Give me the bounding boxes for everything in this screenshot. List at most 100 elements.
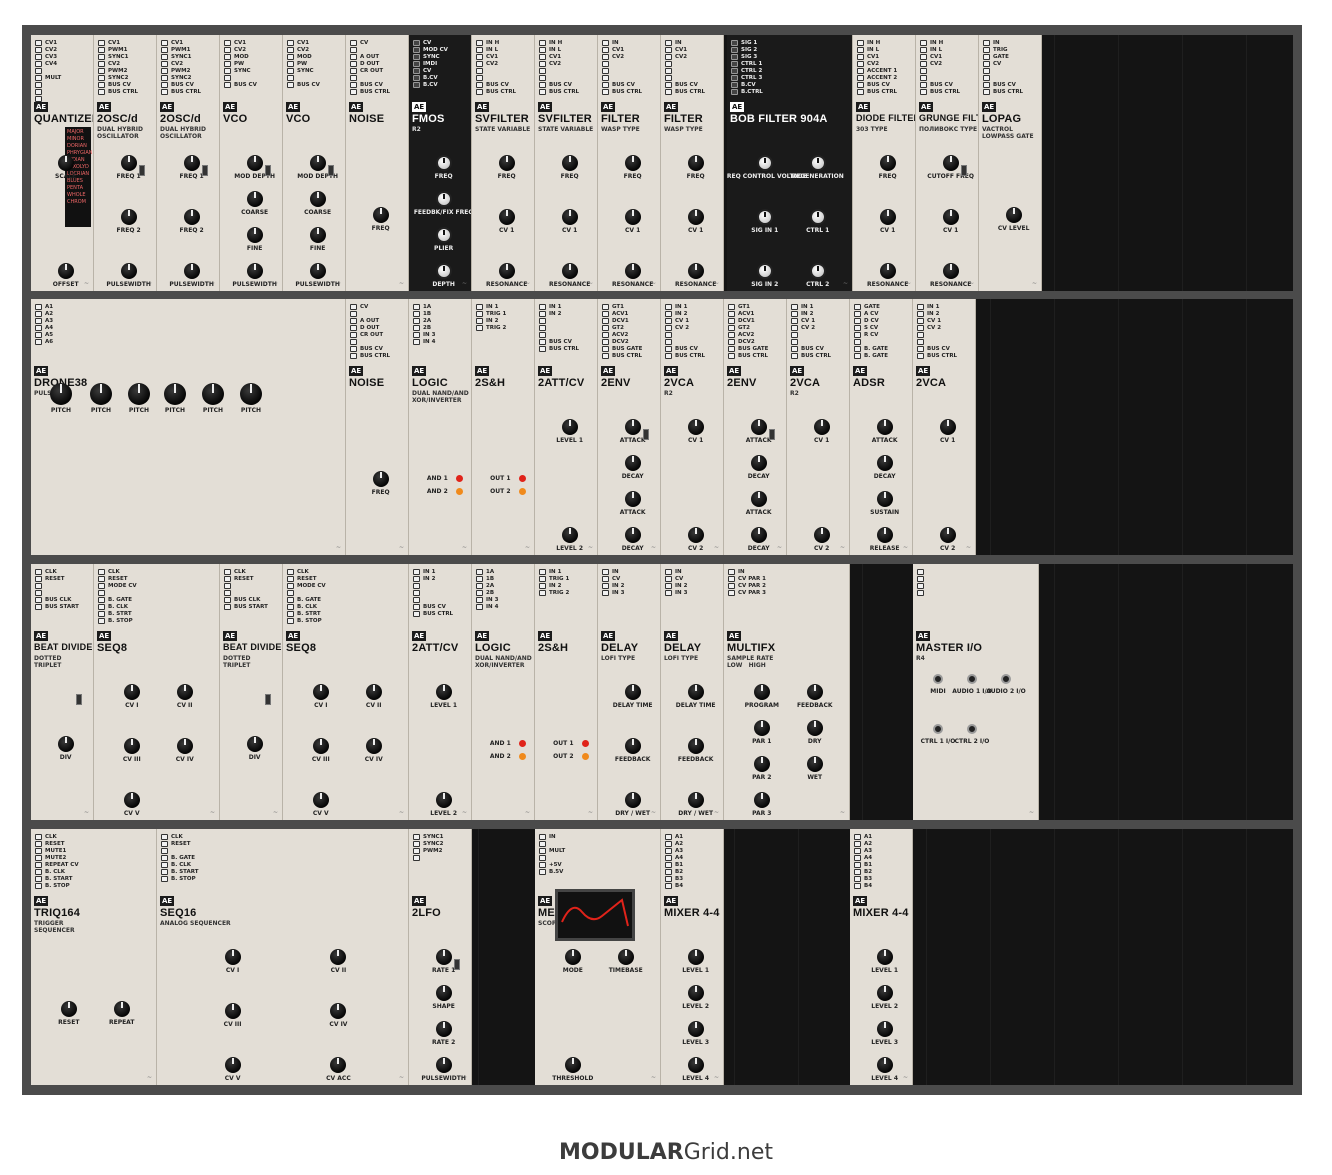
mode-switch[interactable] — [769, 429, 775, 440]
knob-resonance[interactable] — [624, 263, 641, 279]
knob-cv-iii[interactable] — [224, 1003, 241, 1019]
patch-jack-column[interactable] — [413, 40, 420, 88]
knob-cv-i[interactable] — [123, 684, 140, 700]
knob-feedbk-fix-freq[interactable] — [435, 191, 452, 207]
knob-cv-2[interactable] — [939, 527, 956, 543]
knob-program[interactable] — [753, 684, 770, 700]
knob-attack[interactable] — [750, 419, 767, 435]
patch-jack-column[interactable] — [539, 40, 546, 95]
knob-coarse[interactable] — [246, 191, 263, 207]
knob-freq-1[interactable] — [183, 155, 200, 171]
knob-coarse[interactable] — [309, 191, 326, 207]
knob-delay-time[interactable] — [624, 684, 641, 700]
knob-cv-ii[interactable] — [365, 684, 382, 700]
knob-cv-level[interactable] — [1005, 207, 1022, 223]
knob-pitch[interactable] — [202, 383, 224, 405]
knob-cv-iii[interactable] — [123, 738, 140, 754]
patch-jack-column[interactable] — [854, 304, 861, 359]
knob-decay[interactable] — [624, 527, 641, 543]
patch-jack-column[interactable] — [539, 304, 546, 352]
knob-level-4[interactable] — [876, 1057, 893, 1073]
patch-jack-column[interactable] — [161, 40, 168, 95]
knob-freq[interactable] — [498, 155, 515, 171]
knob-cv-1[interactable] — [813, 419, 830, 435]
io-jack[interactable] — [933, 724, 943, 734]
knob-ctrl-2[interactable] — [809, 263, 826, 279]
patch-jack-column[interactable] — [983, 40, 990, 95]
knob-cv-acc[interactable] — [330, 1057, 347, 1073]
knob-resonance[interactable] — [561, 263, 578, 279]
knob-freq[interactable] — [879, 155, 896, 171]
patch-jack-column[interactable] — [920, 40, 927, 95]
knob-level-4[interactable] — [687, 1057, 704, 1073]
patch-jack-column[interactable] — [857, 40, 864, 95]
knob-fine[interactable] — [246, 227, 263, 243]
knob-sustain[interactable] — [876, 491, 893, 507]
knob-resonance[interactable] — [879, 263, 896, 279]
patch-jack-column[interactable] — [731, 40, 738, 95]
patch-jack-column[interactable] — [350, 40, 357, 95]
knob-cv-iv[interactable] — [365, 738, 382, 754]
knob-ctrl-1[interactable] — [809, 209, 826, 225]
knob-level-2[interactable] — [435, 792, 452, 808]
mode-switch[interactable] — [76, 694, 82, 705]
io-jack[interactable] — [967, 724, 977, 734]
patch-jack-column[interactable] — [161, 834, 168, 882]
knob-cv-1[interactable] — [942, 209, 959, 225]
knob-rate-2[interactable] — [435, 1021, 452, 1037]
knob-cv-v[interactable] — [123, 792, 140, 808]
patch-jack-column[interactable] — [98, 40, 105, 95]
knob-regeneration[interactable] — [809, 155, 826, 171]
knob-cv-i[interactable] — [224, 949, 241, 965]
knob-freq[interactable] — [435, 155, 452, 171]
io-jack[interactable] — [967, 674, 977, 684]
patch-jack-column[interactable] — [854, 834, 861, 889]
knob-cv-v[interactable] — [224, 1057, 241, 1073]
knob-attack[interactable] — [750, 491, 767, 507]
knob-reset[interactable] — [60, 1001, 77, 1017]
knob-threshold[interactable] — [564, 1057, 581, 1073]
knob-feedback[interactable] — [624, 738, 641, 754]
patch-jack-column[interactable] — [35, 40, 42, 102]
patch-jack-column[interactable] — [35, 304, 42, 345]
knob-dry-wet[interactable] — [687, 792, 704, 808]
patch-jack-column[interactable] — [287, 40, 294, 88]
knob-pulsewidth[interactable] — [246, 263, 263, 279]
patch-jack-column[interactable] — [224, 40, 231, 88]
patch-jack-column[interactable] — [287, 569, 294, 624]
knob-level-2[interactable] — [876, 985, 893, 1001]
knob-pulsewidth[interactable] — [309, 263, 326, 279]
knob-mod-depth[interactable] — [246, 155, 263, 171]
knob-offset[interactable] — [57, 263, 74, 279]
patch-jack-column[interactable] — [602, 569, 609, 596]
knob-sig-in-2[interactable] — [756, 263, 773, 279]
knob-par-2[interactable] — [753, 756, 770, 772]
io-jack[interactable] — [1001, 674, 1011, 684]
knob-cv-ii[interactable] — [176, 684, 193, 700]
knob-decay[interactable] — [876, 455, 893, 471]
patch-jack-column[interactable] — [791, 304, 798, 359]
knob-sig-in-1[interactable] — [756, 209, 773, 225]
knob-attack[interactable] — [624, 419, 641, 435]
patch-jack-column[interactable] — [539, 834, 546, 875]
knob-div[interactable] — [57, 736, 74, 752]
knob-dry[interactable] — [806, 720, 823, 736]
knob-cv-1[interactable] — [624, 209, 641, 225]
patch-jack-column[interactable] — [350, 304, 357, 359]
knob-scale[interactable] — [57, 155, 74, 171]
knob-feedback[interactable] — [806, 684, 823, 700]
knob-freq[interactable] — [372, 471, 389, 487]
patch-jack-column[interactable] — [917, 304, 924, 359]
patch-jack-column[interactable] — [539, 569, 546, 596]
knob-pitch[interactable] — [240, 383, 262, 405]
knob-dry-wet[interactable] — [624, 792, 641, 808]
patch-jack-column[interactable] — [665, 304, 672, 359]
knob-attack[interactable] — [624, 491, 641, 507]
knob-resonance[interactable] — [942, 263, 959, 279]
mode-switch[interactable] — [454, 959, 460, 970]
knob-freq[interactable] — [561, 155, 578, 171]
patch-jack-column[interactable] — [413, 569, 420, 617]
knob-pulsewidth[interactable] — [435, 1057, 452, 1073]
patch-jack-column[interactable] — [476, 304, 483, 331]
knob-delay-time[interactable] — [687, 684, 704, 700]
